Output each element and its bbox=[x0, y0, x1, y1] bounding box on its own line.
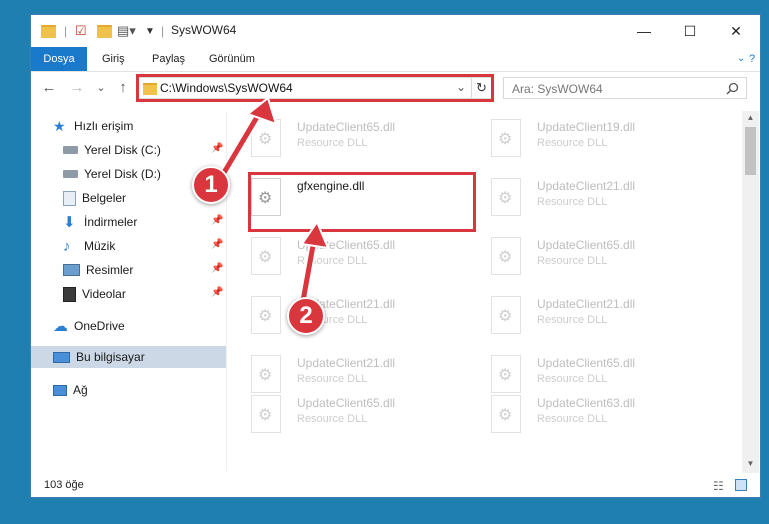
annotation-arrows bbox=[217, 96, 330, 306]
step-1-badge: 1 bbox=[192, 166, 230, 204]
step-2-badge: 2 bbox=[287, 297, 325, 335]
